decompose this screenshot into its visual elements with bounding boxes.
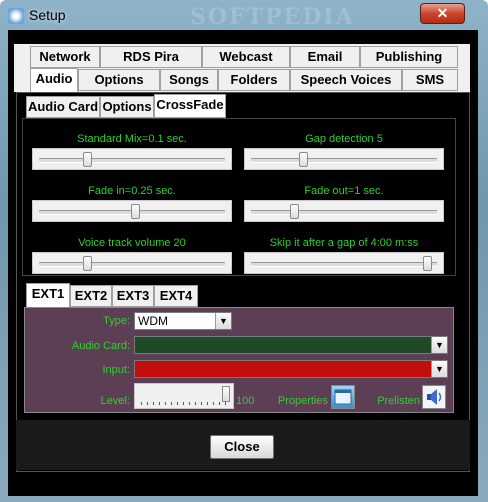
properties-button[interactable] — [331, 385, 355, 409]
window-close-button[interactable]: ✕ — [420, 3, 465, 24]
properties-label: Properties — [277, 395, 328, 407]
tab-ext4[interactable]: EXT4 — [154, 285, 198, 307]
subtab-audio-card[interactable]: Audio Card — [26, 96, 100, 118]
level-slider-thumb[interactable] — [222, 386, 230, 402]
type-select[interactable]: WDM ▼ — [134, 312, 232, 330]
slider-thumb[interactable] — [299, 152, 308, 167]
level-slider[interactable] — [134, 383, 234, 409]
slider-thumb[interactable] — [423, 256, 432, 271]
input-label: Input: — [102, 364, 130, 376]
slider-thumb[interactable] — [131, 204, 140, 219]
audio-card-select[interactable]: ▼ — [134, 336, 448, 354]
prelisten-button[interactable] — [422, 385, 446, 409]
tab-options[interactable]: Options — [78, 69, 160, 91]
chevron-down-icon[interactable]: ▼ — [431, 361, 447, 377]
tab-email[interactable]: Email — [290, 46, 360, 68]
app-icon — [8, 8, 24, 24]
gap-detection-slider[interactable] — [244, 148, 444, 170]
fade-out-label: Fade out=1 sec. — [304, 185, 384, 197]
tab-sms[interactable]: SMS — [402, 69, 458, 91]
tab-rds-pira[interactable]: RDS Pira — [100, 46, 202, 68]
slider-thumb[interactable] — [83, 256, 92, 271]
subtab-options[interactable]: Options — [100, 96, 154, 118]
level-value: 100 — [236, 395, 255, 407]
chevron-down-icon[interactable]: ▼ — [215, 313, 231, 329]
tab-ext2[interactable]: EXT2 — [70, 285, 112, 307]
tab-audio[interactable]: Audio — [30, 68, 78, 92]
voice-track-volume-slider[interactable] — [32, 252, 232, 274]
tab-speech-voices[interactable]: Speech Voices — [290, 69, 402, 91]
tab-songs[interactable]: Songs — [160, 69, 218, 91]
tab-webcast[interactable]: Webcast — [202, 46, 290, 68]
fade-out-slider[interactable] — [244, 200, 444, 222]
skip-gap-slider[interactable] — [244, 252, 444, 274]
fade-in-slider[interactable] — [32, 200, 232, 222]
setup-window: Setup SOFTPEDIA ✕ Network RDS Pira Webca… — [0, 0, 488, 502]
gap-detection-label: Gap detection 5 — [305, 133, 383, 145]
level-label: Level: — [100, 395, 130, 407]
tab-ext1[interactable]: EXT1 — [26, 283, 70, 308]
tab-publishing[interactable]: Publishing — [360, 46, 458, 68]
window-title: Setup — [29, 7, 66, 23]
tab-ext3[interactable]: EXT3 — [112, 285, 154, 307]
subtab-crossfade[interactable]: CrossFade — [154, 94, 226, 118]
tab-network[interactable]: Network — [30, 46, 100, 68]
standard-mix-label: Standard Mix=0.1 sec. — [77, 133, 187, 145]
type-select-value: WDM — [138, 314, 168, 328]
skip-gap-label: Skip it after a gap of 4:00 m:ss — [269, 237, 419, 249]
window-icon — [334, 389, 352, 405]
slider-thumb[interactable] — [83, 152, 92, 167]
fade-in-label: Fade in=0.25 sec. — [88, 185, 176, 197]
prelisten-label: Prelisten — [377, 395, 420, 407]
type-label: Type: — [103, 315, 130, 327]
watermark: SOFTPEDIA — [190, 4, 355, 30]
tab-folders[interactable]: Folders — [218, 69, 290, 91]
level-ticks — [141, 402, 227, 405]
close-button[interactable]: Close — [210, 435, 274, 459]
speaker-icon — [427, 389, 442, 405]
voice-track-volume-label: Voice track volume 20 — [78, 237, 186, 249]
slider-thumb[interactable] — [290, 204, 299, 219]
input-select[interactable]: ▼ — [134, 360, 448, 378]
standard-mix-slider[interactable] — [32, 148, 232, 170]
title-bar[interactable]: Setup SOFTPEDIA ✕ — [0, 0, 488, 30]
audio-card-label: Audio Card: — [71, 340, 130, 352]
chevron-down-icon[interactable]: ▼ — [431, 337, 447, 353]
